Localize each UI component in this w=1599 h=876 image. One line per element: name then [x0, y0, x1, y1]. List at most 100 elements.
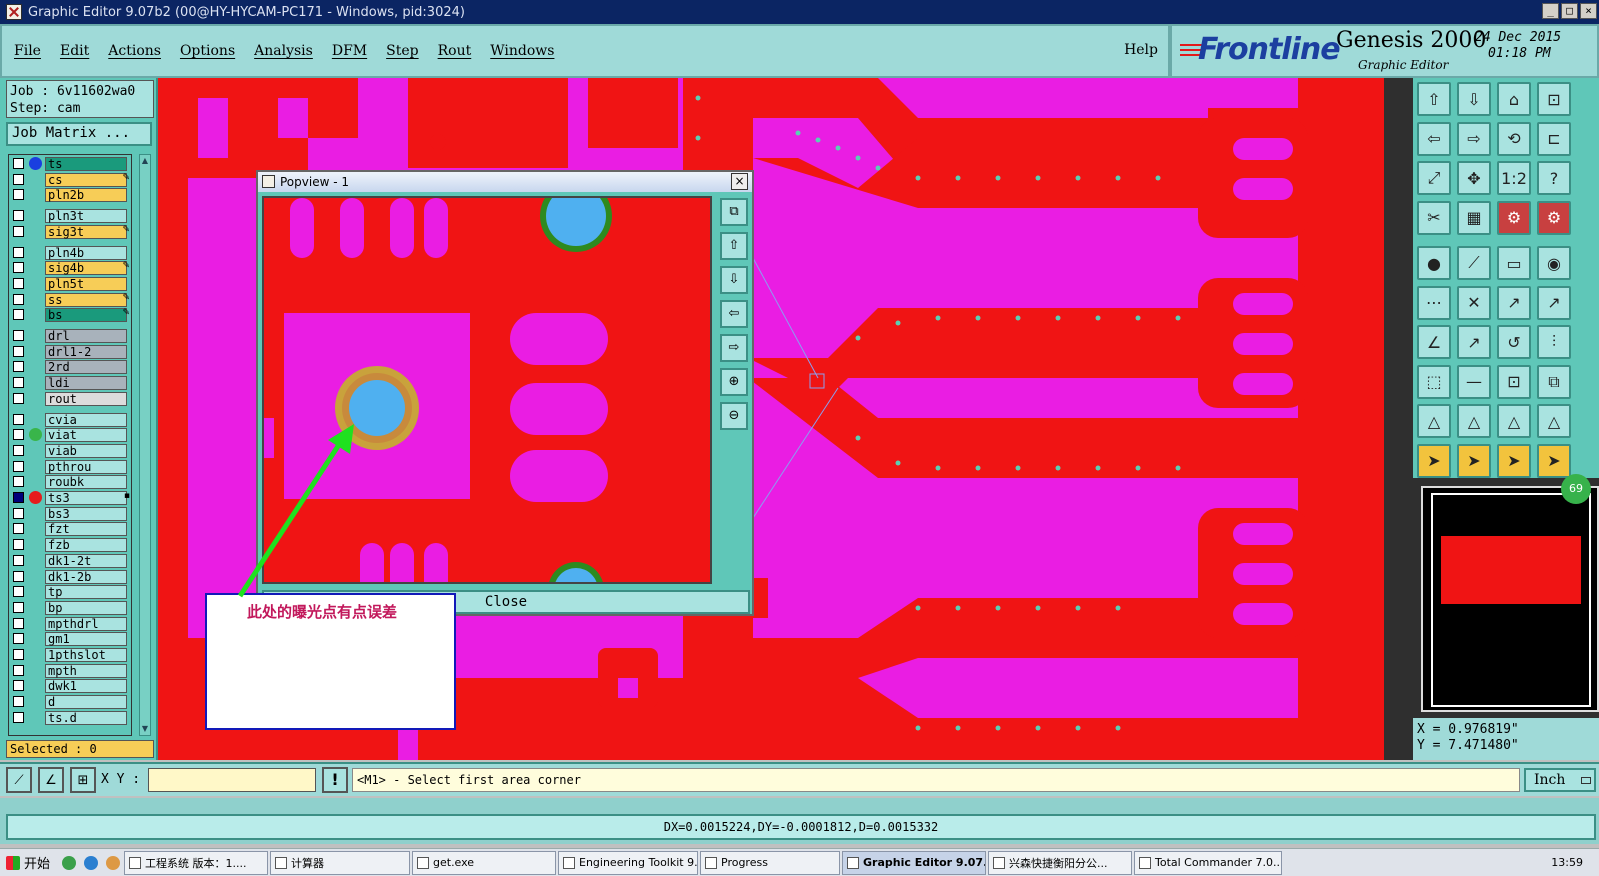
- layer-checkbox[interactable]: [13, 460, 24, 472]
- layer-checkbox[interactable]: [13, 293, 24, 305]
- layer-name[interactable]: pln5t: [45, 276, 127, 291]
- layer-checkbox[interactable]: [13, 262, 24, 274]
- maximize-button[interactable]: □: [1561, 3, 1578, 19]
- help-icon[interactable]: ?: [1537, 161, 1571, 195]
- grid-icon[interactable]: ▦: [1457, 200, 1491, 235]
- layer-name[interactable]: viab: [45, 443, 127, 458]
- menu-help[interactable]: Help: [1124, 42, 1158, 58]
- filter-icon[interactable]: ⚙: [1497, 200, 1531, 235]
- taskbar-item[interactable]: get.exe: [412, 850, 556, 875]
- overview-map[interactable]: 69: [1421, 474, 1599, 712]
- layer-name[interactable]: mpthdrl: [45, 616, 127, 631]
- taskbar-item[interactable]: 计算器: [270, 850, 410, 875]
- layer-name[interactable]: 1pthslot: [45, 648, 127, 662]
- layer-row[interactable]: dk1-2t: [9, 553, 131, 568]
- taskbar-item[interactable]: Graphic Editor 9.07...: [842, 850, 986, 875]
- layer-row[interactable]: mpth: [9, 663, 131, 678]
- layer-row[interactable]: 1pthslot: [9, 648, 131, 662]
- scroll-up-icon[interactable]: ▲: [140, 155, 150, 167]
- layer-name[interactable]: dk1-2t: [45, 553, 127, 568]
- layer-list-scrollbar[interactable]: ▲ ▼: [139, 154, 151, 736]
- pad-icon[interactable]: ●: [1417, 246, 1451, 280]
- popview-zoom-in-icon[interactable]: ⊕: [720, 368, 748, 396]
- layer-row[interactable]: ss ✎: [9, 292, 131, 307]
- layer-row[interactable]: ts: [9, 157, 131, 171]
- layer-name[interactable]: fzt: [45, 522, 127, 537]
- layer-row[interactable]: dwk1: [9, 679, 131, 694]
- layer-checkbox[interactable]: [13, 444, 24, 456]
- layer-checkbox[interactable]: [13, 601, 24, 613]
- menu-edit[interactable]: Edit: [60, 43, 89, 59]
- menu-file[interactable]: File: [14, 43, 41, 59]
- cut-icon[interactable]: ✂: [1417, 200, 1451, 235]
- popview-close-icon[interactable]: ×: [731, 173, 748, 190]
- layer-row[interactable]: mpthdrl: [9, 616, 131, 631]
- layer-name[interactable]: pln2b: [45, 188, 127, 203]
- taskbar-item[interactable]: 兴森快捷衡阳分公...: [988, 850, 1132, 875]
- popview-pan-right-icon[interactable]: ⇨: [720, 334, 748, 362]
- menu-rout[interactable]: Rout: [438, 43, 472, 59]
- undo-icon[interactable]: ⟲: [1497, 121, 1531, 156]
- menu-analysis[interactable]: Analysis: [254, 43, 313, 59]
- pan-left-icon[interactable]: ⇦: [1417, 121, 1451, 156]
- layer-name[interactable]: gm1: [45, 632, 127, 647]
- layer-name[interactable]: d: [45, 695, 127, 710]
- popview-zoom-out-icon[interactable]: ⊖: [720, 402, 748, 430]
- ruler-icon[interactable]: ▭: [1497, 246, 1531, 280]
- move-icon[interactable]: ✥: [1457, 161, 1491, 195]
- layer-name[interactable]: ts.d: [45, 710, 127, 725]
- popview-artwork[interactable]: [264, 198, 710, 582]
- layer-name[interactable]: pthrou: [45, 459, 127, 474]
- layer-row[interactable]: dk1-2b: [9, 569, 131, 584]
- layer-row[interactable]: sig4b ✎: [9, 261, 131, 276]
- layer-name[interactable]: ts: [45, 157, 127, 171]
- align-icon[interactable]: ⫶: [1537, 325, 1571, 359]
- layer-row[interactable]: cs ✎: [9, 172, 131, 187]
- menu-options[interactable]: Options: [180, 43, 235, 59]
- pan-right-icon[interactable]: ⇨: [1457, 121, 1491, 156]
- layer-name[interactable]: ss: [45, 292, 127, 307]
- layer-row[interactable]: drl: [9, 329, 131, 343]
- popview-zoom-fit-icon[interactable]: ⧉: [720, 198, 748, 226]
- home-icon[interactable]: ⌂: [1497, 82, 1531, 116]
- layer-name[interactable]: rout: [45, 391, 127, 406]
- net-icon[interactable]: ⋯: [1417, 285, 1451, 320]
- layer-row[interactable]: bs ✎: [9, 308, 131, 323]
- angle-icon[interactable]: ∠: [1417, 325, 1451, 359]
- layer-checkbox[interactable]: [13, 189, 24, 201]
- layer-checkbox[interactable]: [13, 492, 24, 503]
- xy-input[interactable]: [148, 768, 316, 792]
- layer-checkbox[interactable]: [13, 696, 24, 708]
- layer-name[interactable]: drl1-2: [45, 344, 127, 359]
- layer-checkbox[interactable]: [13, 664, 24, 676]
- job-matrix-button[interactable]: Job Matrix ...: [6, 122, 152, 146]
- layer-row[interactable]: fzt: [9, 522, 131, 537]
- select-pointer-alt-icon[interactable]: ➤: [1457, 443, 1491, 478]
- layer-checkbox[interactable]: [13, 617, 24, 629]
- layer-name[interactable]: sig4b: [45, 261, 127, 276]
- layer-name[interactable]: 2rd: [45, 360, 127, 375]
- layer-row[interactable]: pln4b: [9, 245, 131, 260]
- layer-row[interactable]: sig3t ✎: [9, 224, 131, 239]
- layer-checkbox[interactable]: [13, 173, 24, 185]
- popview-canvas[interactable]: [262, 196, 712, 584]
- layer-checkbox[interactable]: [13, 539, 24, 551]
- menu-windows[interactable]: Windows: [490, 43, 554, 59]
- layer-checkbox[interactable]: [13, 361, 24, 373]
- warning-button[interactable]: !: [322, 767, 348, 793]
- delete-icon[interactable]: ✕: [1457, 285, 1491, 320]
- layer-checkbox[interactable]: [13, 345, 24, 357]
- layer-checkbox[interactable]: [13, 246, 24, 258]
- triangle-b-icon[interactable]: △: [1537, 404, 1571, 438]
- layer-row[interactable]: gm1: [9, 632, 131, 647]
- layer-name[interactable]: tp: [45, 585, 127, 600]
- layer-row[interactable]: roubk: [9, 475, 131, 490]
- layer-name[interactable]: bs3: [45, 506, 127, 521]
- layer-row[interactable]: pthrou: [9, 459, 131, 474]
- layer-name[interactable]: bs: [45, 308, 127, 323]
- layer-name[interactable]: cs: [45, 172, 127, 187]
- pan-up-icon[interactable]: ⇧: [1417, 82, 1451, 116]
- line-icon[interactable]: ⟋: [1457, 246, 1491, 280]
- layer-checkbox[interactable]: [13, 523, 24, 535]
- minimize-button[interactable]: _: [1542, 3, 1559, 19]
